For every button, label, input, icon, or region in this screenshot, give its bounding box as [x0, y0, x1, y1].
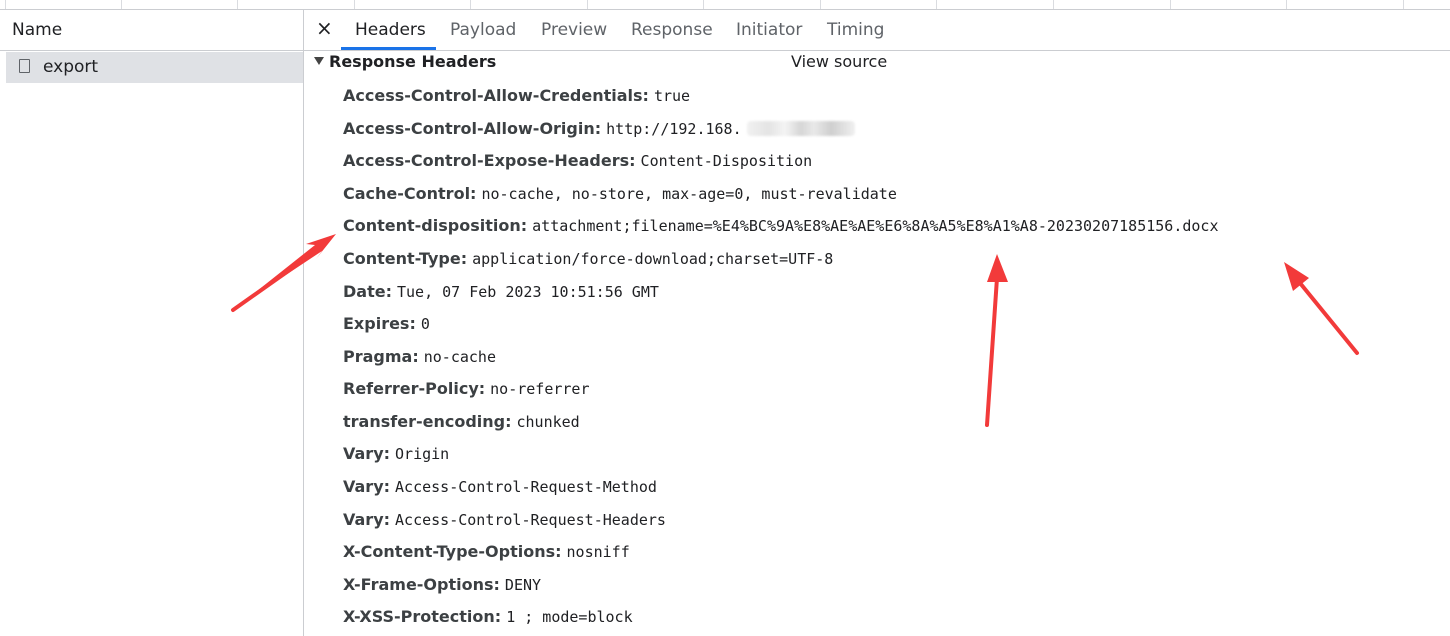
annotation-arrows [231, 234, 1359, 427]
red-arrow [1284, 262, 1359, 355]
red-arrow [231, 234, 336, 312]
red-arrow [985, 254, 1008, 427]
